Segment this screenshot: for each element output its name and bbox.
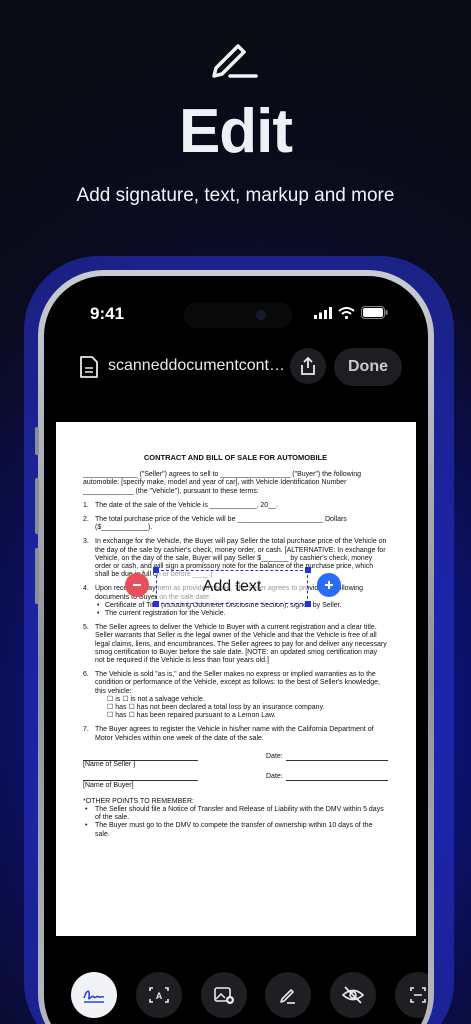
hero-title: Edit [178, 97, 293, 166]
share-button[interactable] [290, 348, 326, 384]
pen-icon [280, 989, 295, 1004]
document-icon [80, 356, 98, 378]
scan-tool[interactable] [395, 972, 428, 1018]
remember-title: *OTHER POINTS TO REMEMBER: [83, 797, 194, 805]
remember-item: The Buyer must go to the DMV to compete … [83, 822, 388, 838]
wifi-icon [338, 306, 355, 319]
clause-7: 7. The Buyer agrees to register the Vehic… [83, 726, 374, 742]
remember-item: The Seller should file a Notice of Trans… [83, 806, 388, 822]
pencil-icon [212, 44, 258, 78]
clause-6-checkbox-line: ☐ is ☐ is not a salvage vehicle. [107, 695, 205, 703]
hero-subtitle: Add signature, text, markup and more [76, 185, 395, 206]
clause-5: 5. The Seller agrees to deliver the Vehic… [83, 624, 387, 665]
volume-up-button [35, 478, 39, 534]
resize-handle[interactable] [305, 567, 311, 573]
document-title: CONTRACT AND BILL OF SALE FOR AUTOMOBILE [143, 453, 328, 462]
scan-icon [410, 987, 426, 1003]
signature-icon [83, 990, 105, 1003]
add-image-tool[interactable] [201, 972, 247, 1018]
status-time: 9:41 [90, 304, 125, 323]
resize-handle[interactable] [153, 567, 159, 573]
share-icon [301, 356, 315, 375]
signal-icon [314, 306, 332, 319]
remove-annotation-button[interactable] [125, 573, 149, 597]
eye-off-icon [341, 986, 365, 1004]
text-box-icon: A [149, 987, 169, 1003]
add-image-icon [214, 987, 234, 1004]
clause-6: 6. The Vehicle is sold "as is," and the S… [83, 671, 388, 720]
seller-name-label: [Name of Seller ] [83, 761, 136, 769]
svg-text:A: A [156, 991, 163, 1001]
redact-tool[interactable] [330, 972, 376, 1018]
buyer-name-label: [Name of Buyer] [83, 781, 134, 789]
battery-icon [361, 306, 388, 319]
document-filename[interactable]: scanneddocumentcontra... [108, 357, 288, 375]
document-page[interactable]: CONTRACT AND BILL OF SALE FOR AUTOMOBILE… [56, 422, 416, 936]
plus-icon [325, 581, 333, 589]
seller-signature-row: Date: [83, 753, 388, 761]
document-intro: ______________ ("Seller") agrees to sell… [83, 471, 362, 495]
buyer-signature-row: Date: [83, 773, 388, 782]
clause-6-checkbox-line: ☐ has ☐ has been repaired pursuant to a … [107, 712, 276, 720]
add-annotation-button[interactable] [317, 573, 341, 597]
volume-down-button [35, 548, 39, 604]
dynamic-island [184, 302, 292, 328]
clause-1: 1. The date of the sale of the Vehicle is… [83, 501, 278, 509]
done-button[interactable]: Done [334, 348, 402, 386]
resize-handle[interactable] [305, 601, 311, 607]
mute-switch [35, 427, 39, 455]
minus-icon [133, 584, 141, 586]
pen-tool[interactable] [265, 972, 311, 1018]
add-text-box[interactable]: Add text [156, 570, 308, 604]
clause-2: 2. The total purchase price of the Vehicl… [83, 516, 347, 532]
resize-handle[interactable] [153, 601, 159, 607]
clause-4-bullet: The current registration for the Vehicle… [95, 610, 388, 618]
signature-tool[interactable] [71, 972, 117, 1018]
text-box-tool[interactable]: A [136, 972, 182, 1018]
status-icons [314, 306, 388, 319]
phone-screen: 9:41 scanneddocumentcontra... Done CONTR… [44, 276, 428, 1024]
